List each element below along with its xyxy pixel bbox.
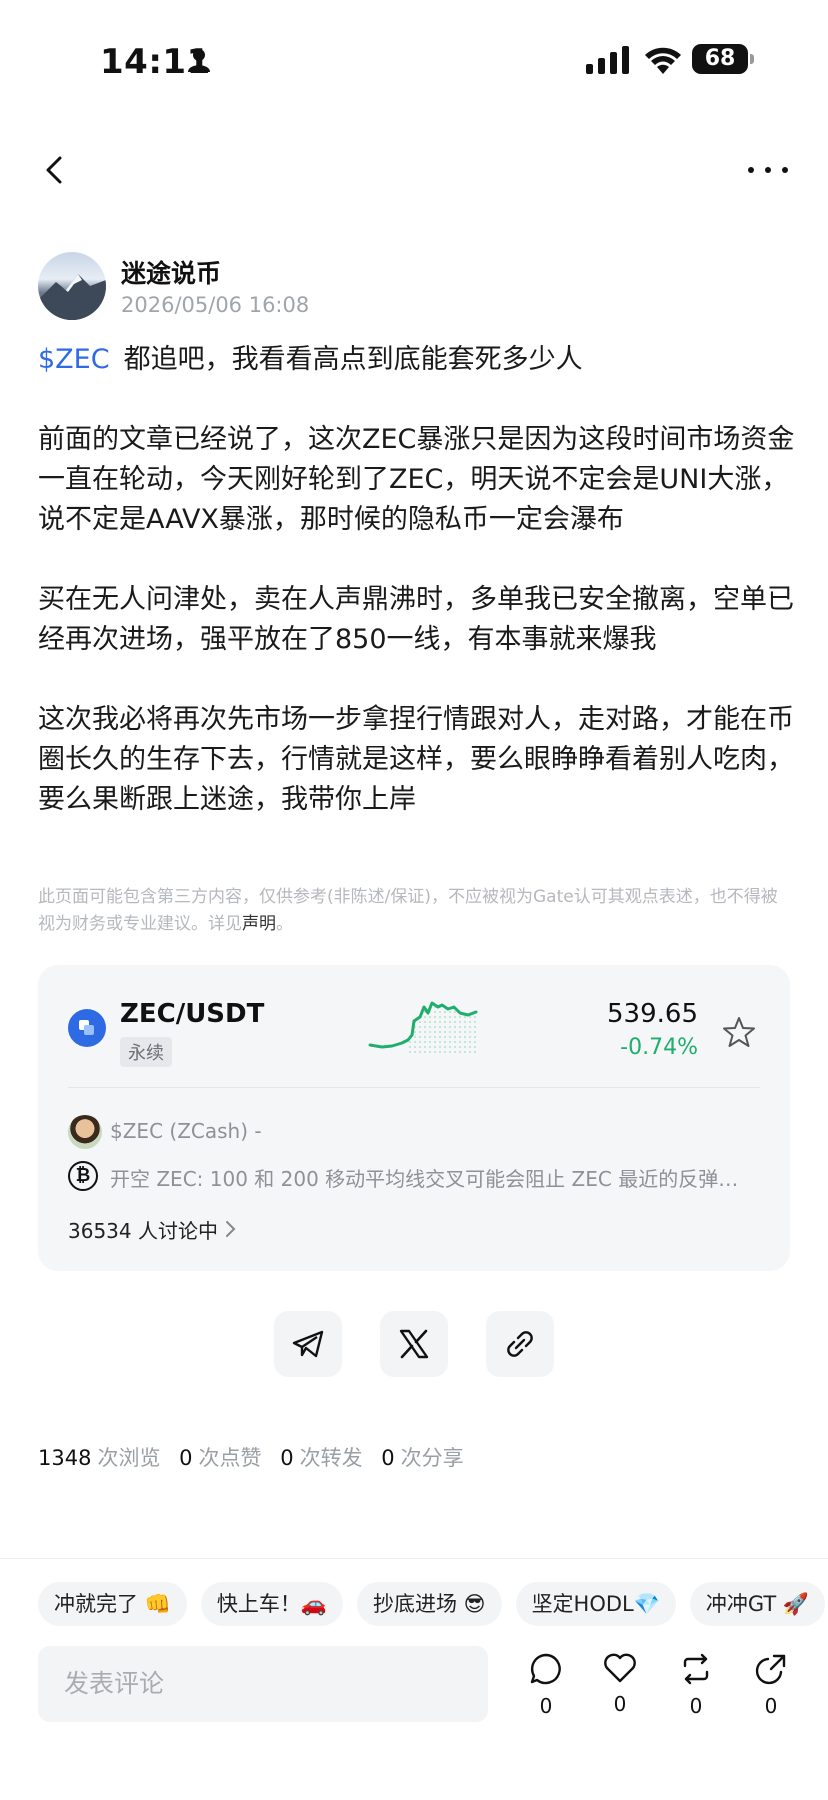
quick-replies: 冲就完了 👊 快上车！🚗 抄底进场 😎 坚定HODL💎 冲冲GT 🚀	[38, 1582, 828, 1628]
like-button[interactable]: 0	[590, 1652, 650, 1716]
more-icon[interactable]	[746, 156, 790, 184]
wifi-icon	[645, 47, 681, 74]
share-telegram-button[interactable]	[274, 1311, 342, 1377]
post-paragraph: 买在无人问津处，卖在人声鼎沸时，多单我已安全撤离，空单已经再次进场，强平放在了8…	[38, 584, 794, 655]
likes-count: 0	[179, 1446, 193, 1470]
post-first-text: 都追吧，我看看高点到底能套死多少人	[123, 344, 583, 375]
shares-count: 0	[381, 1446, 395, 1470]
post-paragraph: 这次我必将再次先市场一步拿捏行情跟对人，走对路，才能在币圈长久的生存下去，行情就…	[38, 704, 794, 815]
bitcoin-icon: ₿	[68, 1161, 98, 1191]
share-icon	[755, 1654, 786, 1685]
likes-label: 次点赞	[198, 1446, 262, 1470]
star-icon[interactable]	[722, 1015, 756, 1049]
pair-name: ZEC/USDT	[120, 999, 265, 1029]
x-icon	[399, 1329, 429, 1359]
comment-button[interactable]: 0	[516, 1652, 576, 1718]
share-count: 0	[764, 1694, 778, 1718]
telegram-icon	[292, 1330, 324, 1358]
person-icon	[188, 49, 210, 72]
contract-type-badge: 永续	[120, 1037, 172, 1067]
last-price: 539.65	[607, 999, 698, 1029]
post-paragraph: 前面的文章已经说了，这次ZEC暴涨只是因为这段时间市场资金一直在轮动，今天刚好轮…	[38, 424, 795, 535]
price-change: -0.74%	[620, 1035, 698, 1060]
comment-icon	[530, 1653, 561, 1685]
price-sparkline	[368, 1001, 478, 1055]
coin-icon	[68, 1009, 106, 1047]
chevron-right-icon	[226, 1221, 236, 1237]
discussion-avatar	[68, 1115, 102, 1149]
quick-reply-chip[interactable]: 快上车！🚗	[200, 1582, 343, 1626]
card-divider	[68, 1087, 760, 1088]
signal-icon	[586, 46, 629, 74]
post-stats: 1348 次浏览 0 次点赞 0 次转发 0 次分享	[38, 1442, 476, 1472]
discussion-count[interactable]: 36534 人讨论中	[68, 1215, 218, 1244]
author-name[interactable]: 迷途说币	[121, 254, 221, 290]
disclaimer-end: 。	[276, 914, 293, 934]
heart-icon	[604, 1653, 636, 1683]
coin-tag-link[interactable]: $ZEC	[38, 344, 110, 375]
views-label: 次浏览	[97, 1446, 161, 1470]
share-x-button[interactable]	[380, 1311, 448, 1377]
back-icon[interactable]	[36, 150, 76, 190]
quick-reply-chip[interactable]: 抄底进场 😎	[356, 1582, 502, 1626]
quick-reply-chip[interactable]: 坚定HODL💎	[515, 1582, 676, 1626]
reposts-label: 次转发	[299, 1446, 363, 1470]
post-body: $ZEC 都追吧，我看看高点到底能套死多少人 前面的文章已经说了，这次ZEC暴涨只…	[38, 340, 798, 860]
battery-indicator: 68	[692, 44, 754, 74]
repost-button[interactable]: 0	[666, 1652, 726, 1718]
like-count: 0	[613, 1692, 627, 1716]
market-card[interactable]: ZEC/USDT 永续 539.65 -0.74% $ZEC (ZCash) -…	[38, 965, 790, 1271]
link-icon	[507, 1331, 533, 1357]
reposts-count: 0	[280, 1446, 294, 1470]
bottom-divider	[0, 1558, 828, 1559]
views-count: 1348	[38, 1446, 92, 1470]
post-first-line: $ZEC 都追吧，我看看高点到底能套死多少人	[38, 340, 798, 380]
discussion-title[interactable]: $ZEC (ZCash) -	[110, 1119, 262, 1143]
comment-input[interactable]: 发表评论	[38, 1646, 488, 1722]
post-time: 2026/05/06 16:08	[121, 293, 310, 317]
quick-reply-chip[interactable]: 冲就完了 👊	[38, 1582, 187, 1626]
copy-link-button[interactable]	[486, 1311, 554, 1377]
discussion-text[interactable]: 开空 ZEC: 100 和 200 移动平均线交叉可能会阻止 ZEC 最近的反弹…	[110, 1163, 750, 1192]
disclaimer-link[interactable]: 声明	[242, 914, 276, 934]
status-bar: 14:11 68	[0, 0, 828, 120]
repost-count: 0	[689, 1694, 703, 1718]
repost-icon	[683, 1653, 709, 1685]
mountain-image	[38, 274, 106, 320]
disclaimer-text: 此页面可能包含第三方内容，仅供参考(非陈述/保证)，不应被视为Gate认可其观点…	[38, 887, 778, 934]
comment-count: 0	[539, 1694, 553, 1718]
quick-reply-chip[interactable]: 冲冲GT 🚀	[689, 1582, 826, 1626]
disclaimer: 此页面可能包含第三方内容，仅供参考(非陈述/保证)，不应被视为Gate认可其观点…	[38, 884, 778, 938]
shares-label: 次分享	[400, 1446, 464, 1470]
share-button[interactable]: 0	[741, 1652, 801, 1718]
author-avatar[interactable]	[38, 252, 106, 320]
